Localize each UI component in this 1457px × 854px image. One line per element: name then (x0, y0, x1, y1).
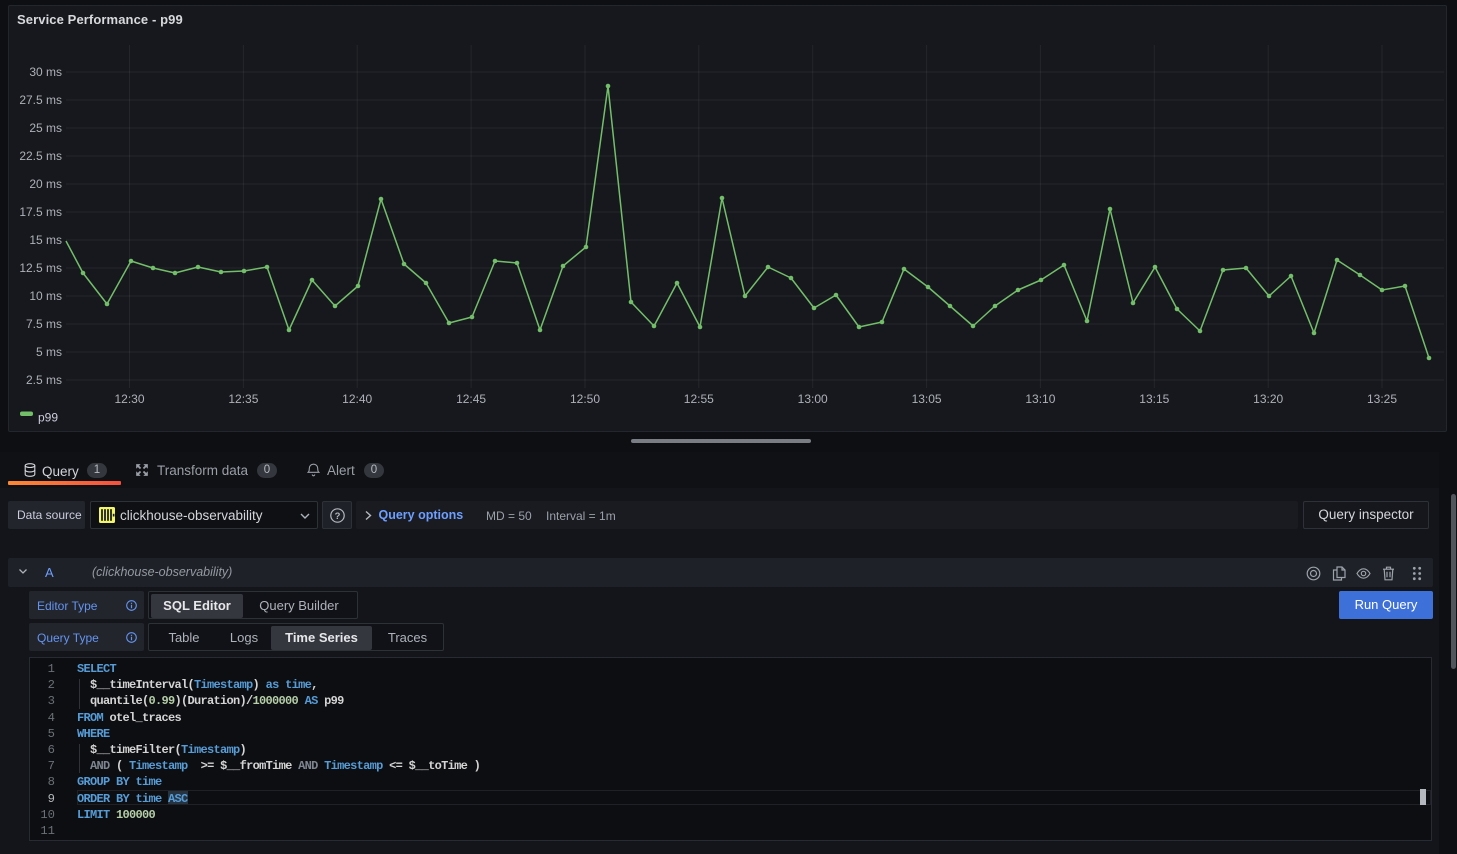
svg-text:?: ? (335, 511, 341, 522)
svg-text:13:15: 13:15 (1139, 392, 1169, 406)
svg-text:13:20: 13:20 (1253, 392, 1283, 406)
svg-text:13:25: 13:25 (1367, 392, 1397, 406)
svg-text:12:45: 12:45 (456, 392, 486, 406)
svg-text:25 ms: 25 ms (29, 121, 62, 135)
svg-text:13:05: 13:05 (912, 392, 942, 406)
svg-text:13:10: 13:10 (1025, 392, 1055, 406)
svg-text:30 ms: 30 ms (29, 65, 62, 79)
svg-text:27.5 ms: 27.5 ms (19, 93, 62, 107)
svg-text:17.5 ms: 17.5 ms (19, 205, 62, 219)
svg-text:12:30: 12:30 (114, 392, 144, 406)
svg-text:p99: p99 (38, 410, 58, 424)
svg-text:15 ms: 15 ms (29, 233, 62, 247)
svg-text:7.5 ms: 7.5 ms (26, 317, 62, 331)
svg-text:5 ms: 5 ms (36, 345, 62, 359)
svg-text:2.5 ms: 2.5 ms (26, 373, 62, 387)
svg-text:12:55: 12:55 (684, 392, 714, 406)
svg-text:12:40: 12:40 (342, 392, 372, 406)
svg-text:20 ms: 20 ms (29, 177, 62, 191)
svg-text:13:00: 13:00 (798, 392, 828, 406)
svg-text:22.5 ms: 22.5 ms (19, 149, 62, 163)
svg-text:10 ms: 10 ms (29, 289, 62, 303)
svg-text:12:35: 12:35 (228, 392, 258, 406)
svg-text:12.5 ms: 12.5 ms (19, 261, 62, 275)
svg-text:12:50: 12:50 (570, 392, 600, 406)
